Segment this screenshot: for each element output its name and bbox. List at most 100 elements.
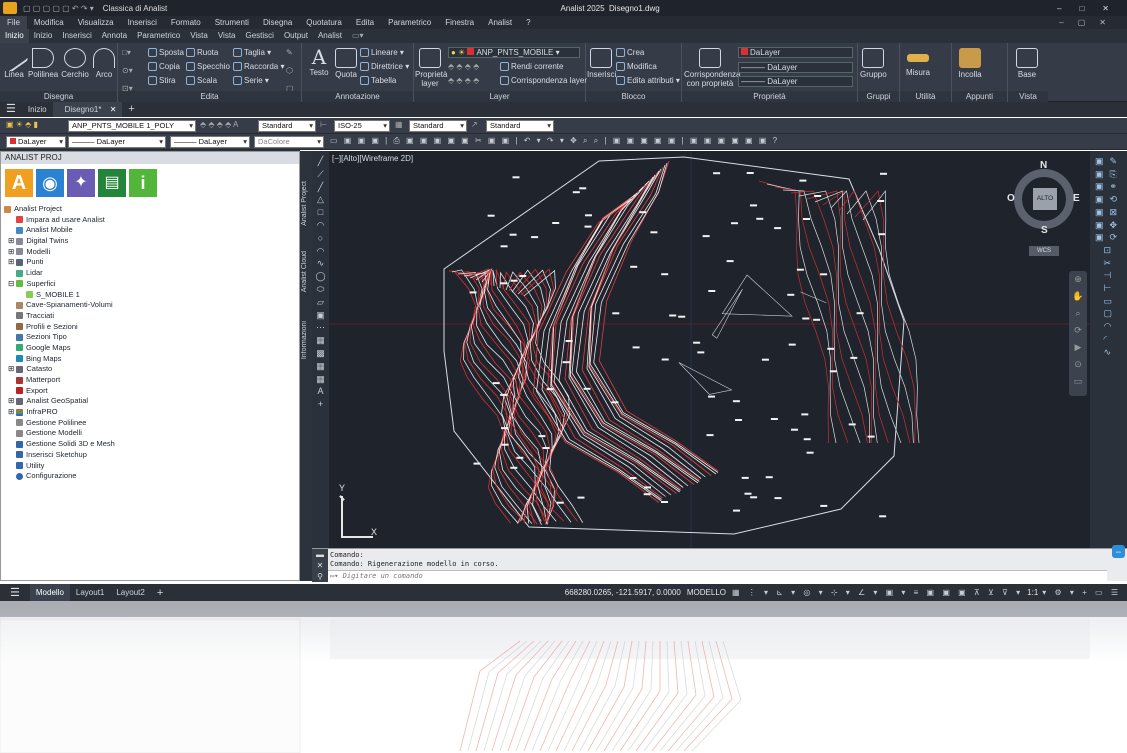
color-dropdown[interactable]: DaLayer	[738, 47, 853, 58]
quick-access-toolbar[interactable]: ▢ ▢ ▢ ▢ ▢ ↶ ↷ ▾	[23, 4, 94, 13]
coordinates-readout[interactable]: 668280.0265, -121.5917, 0.0000	[565, 588, 687, 597]
edit-extra-icons[interactable]: ✎ ⬡ ▢	[286, 48, 294, 93]
tree-item-gestione-modelli[interactable]: Gestione Modelli	[4, 428, 294, 439]
menu-modifica[interactable]: Modifica	[27, 16, 71, 29]
tab-gestisci[interactable]: Gestisci	[240, 29, 278, 43]
viewcube-face[interactable]: ALTO	[1033, 188, 1057, 210]
standard-toolbar-icons[interactable]: ▭ ▣ ▣ ▣ | ⎙ ▣ ▣ ▣ ▣ ▣ ✂ ▣ ▣ | ↶ ▾ ↷ ▾ ✥ …	[330, 136, 779, 146]
lineweight-dropdown[interactable]: ——— DaLayer	[738, 76, 853, 87]
panel-title-edita[interactable]: Edita	[118, 91, 301, 102]
command-line-controls[interactable]: ▬ ✕ ⚲	[312, 549, 328, 582]
direttrice-button[interactable]: Direttrice ▾	[360, 62, 409, 72]
menu-help[interactable]: ?	[519, 16, 537, 29]
annotation-scale[interactable]: 1:1	[1027, 588, 1042, 597]
scala-button[interactable]: Scala	[186, 76, 217, 86]
layer-tools-row1[interactable]: ⬘ ⬘ ⬘ ⬘	[448, 62, 479, 71]
text-style-combo[interactable]: Standard	[258, 120, 316, 132]
copia-button[interactable]: Copia	[148, 62, 180, 72]
dim-style-combo[interactable]: ISO-25	[334, 120, 390, 132]
satellite-icon[interactable]: ✦	[67, 169, 95, 197]
table-style-icon[interactable]: ▦	[395, 120, 403, 129]
menu-edita[interactable]: Edita	[349, 16, 381, 29]
command-input[interactable]: ▭▾ Digitare un comando	[328, 570, 1107, 581]
cerchio-button[interactable]: Cerchio	[61, 46, 89, 79]
corrispondenza-layer-button[interactable]: Corrispondenza layer	[500, 76, 587, 86]
mleader-style-icon[interactable]: ↗	[471, 120, 478, 129]
toolbar-plotstyle-combo[interactable]: DaColore	[254, 136, 324, 148]
drawing-canvas[interactable]: [−][Alto][Wireframe 2D] ALTO N S E O WCS…	[329, 151, 1090, 548]
tree-item-analist-project[interactable]: Analist Project	[4, 204, 294, 215]
tab-annota[interactable]: Annota	[97, 29, 132, 43]
modifica-button[interactable]: Modifica	[616, 62, 657, 72]
serie-button[interactable]: Serie ▾	[233, 76, 269, 86]
proprieta-layer-button[interactable]: Proprietà layer	[415, 46, 447, 88]
doc-window-controls[interactable]: –▢✕	[1052, 16, 1127, 29]
ribbon-toggle-button[interactable]: ▭▾	[347, 29, 369, 43]
side-tab-cloud[interactable]: Analist Cloud	[301, 251, 308, 292]
panel-title-proprieta[interactable]: Proprietà	[682, 91, 857, 102]
tree-item-export[interactable]: Export	[4, 386, 294, 397]
workspace-selector[interactable]: Classica di Analist	[103, 4, 167, 13]
add-layout-button[interactable]: +	[151, 587, 169, 599]
tree-item-infrapro[interactable]: ⊞ InfraPRO	[4, 407, 294, 418]
arco-button[interactable]: Arco	[92, 46, 116, 79]
layer-tools-row2[interactable]: ⬘ ⬘ ⬘ ⬘	[448, 76, 479, 85]
tree-item-tracciati[interactable]: Tracciati	[4, 311, 294, 322]
doc-tab-disegno1[interactable]: Disegno1* ✕	[52, 102, 123, 117]
tree-item-sezioni-tipo[interactable]: Sezioni Tipo	[4, 332, 294, 343]
drafting-toggles[interactable]: ▦ ⋮ ▾ ⊾ ▾ ◎ ▾ ⊹ ▾ ∠ ▾ ▣ ▾ ≡ ▣ ▣ ▣ ⊼ ⊻ ⊽ …	[732, 588, 1027, 597]
panel-title-disegna[interactable]: Disegna	[0, 91, 117, 102]
side-tab-project[interactable]: Analist Project	[301, 181, 308, 226]
status-tools[interactable]: ▾ ⚙ ▾ + ▭ ☰	[1042, 588, 1127, 597]
tree-item-bing-maps[interactable]: Bing Maps	[4, 354, 294, 365]
base-button[interactable]: Base	[1014, 46, 1040, 79]
polilinea-button[interactable]: Polilinea	[28, 46, 58, 79]
menu-parametrico[interactable]: Parametrico	[381, 16, 438, 29]
tab-vista[interactable]: Vista	[185, 29, 213, 43]
toolbar-linetype-combo[interactable]: ——— DaLayer	[68, 136, 166, 148]
ucs-menu[interactable]: WCS	[1029, 246, 1059, 256]
panel-title-utilita[interactable]: Utilità	[900, 91, 951, 102]
map-icon[interactable]: ▤	[98, 169, 126, 197]
tree-item-sketchup[interactable]: Inserisci Sketchup	[4, 450, 294, 461]
toolbar-color-combo[interactable]: DaLayer	[6, 136, 66, 148]
draw-tool-icons[interactable]: ╱ ⟋ ╱ △ □ ◠ ○ ◠ ∿ ◯ ⬭ ▱ ▣ ⋯ ▦ ▩ ▦ ▦ A +	[312, 151, 329, 411]
panel-title-blocco[interactable]: Blocco	[586, 91, 681, 102]
tree-item-punti[interactable]: ⊞ Punti	[4, 257, 294, 268]
tree-item-geospatial[interactable]: ⊞ Analist GeoSpatial	[4, 396, 294, 407]
panel-title-gruppi[interactable]: Gruppi	[858, 91, 899, 102]
menu-strumenti[interactable]: Strumenti	[208, 16, 256, 29]
menu-formato[interactable]: Formato	[164, 16, 208, 29]
linetype-dropdown[interactable]: ——— DaLayer	[738, 62, 853, 73]
layer-state-icons[interactable]: ▣ ☀ ⬘ ▮	[6, 120, 38, 129]
layout-menu-icon[interactable]: ☰	[0, 586, 30, 599]
command-expand-icon[interactable]: ⇔	[1112, 545, 1125, 558]
ruota-button[interactable]: Ruota	[186, 48, 218, 58]
tree-item-lidar[interactable]: Lidar	[4, 268, 294, 279]
tab-inizio[interactable]: Inizio	[29, 29, 58, 43]
tab-layout1[interactable]: Layout1	[70, 588, 110, 597]
linea-button[interactable]: Linea	[0, 43, 29, 79]
menu-file[interactable]: File	[0, 16, 27, 29]
info-icon[interactable]: i	[129, 169, 157, 197]
stira-button[interactable]: Stira	[148, 76, 175, 86]
tree-item-profili[interactable]: Profili e Sezioni	[4, 322, 294, 333]
rendi-corrente-button[interactable]: Rendi corrente	[500, 62, 563, 72]
panel-title-layer[interactable]: Layer	[414, 91, 585, 102]
tree-item-utility[interactable]: Utility	[4, 461, 294, 472]
lineare-button[interactable]: Lineare ▾	[360, 48, 404, 58]
dim-style-icon[interactable]: ⊢	[320, 120, 327, 129]
layer-combo[interactable]: ANP_PNTS_MOBILE 1_POLY	[68, 120, 196, 132]
shape-tools[interactable]: □▾ ⊙▾ ⊡▾	[122, 48, 133, 93]
tree-item-configurazione[interactable]: Configurazione	[4, 471, 294, 482]
menu-disegna[interactable]: Disegna	[256, 16, 299, 29]
table-style-combo[interactable]: Standard	[409, 120, 467, 132]
panel-title-vista[interactable]: Vista	[1008, 91, 1048, 102]
compass-e[interactable]: E	[1073, 193, 1080, 204]
tab-analist[interactable]: Analist	[313, 29, 347, 43]
tab-output[interactable]: Output	[279, 29, 313, 43]
tab-inserisci[interactable]: Inserisci	[57, 29, 96, 43]
testo-button[interactable]: A Testo	[306, 46, 332, 77]
hamburger-menu-icon[interactable]: ☰	[0, 102, 22, 117]
tree-item-analist-mobile[interactable]: Analist Mobile	[4, 225, 294, 236]
